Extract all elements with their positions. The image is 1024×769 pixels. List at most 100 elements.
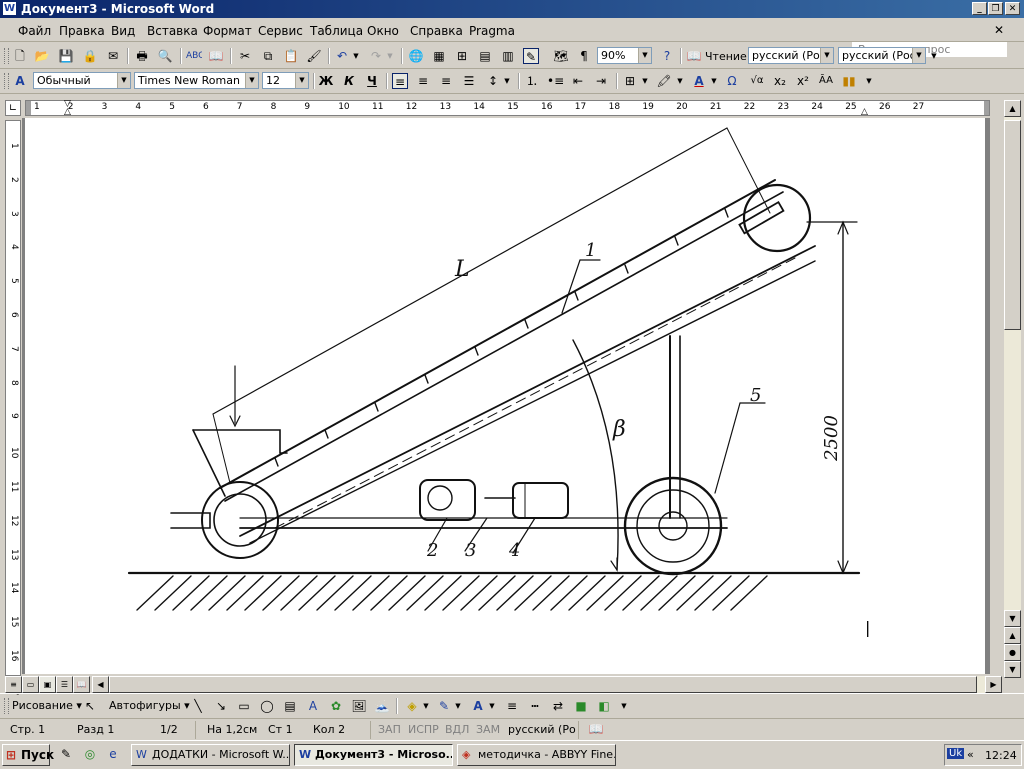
font-color-draw-dropdown-icon[interactable]: ▼ [487, 698, 497, 714]
tray-expand-icon[interactable]: « [967, 748, 974, 761]
language-select-1[interactable]: русский (Росси ▼ [748, 47, 834, 64]
hyperlink-icon[interactable]: 🌐 [408, 48, 424, 64]
drawing-toggle-icon[interactable]: ✎ [523, 48, 539, 64]
styles-formatting-icon[interactable]: A [12, 73, 28, 89]
line-color-dropdown-icon[interactable]: ▼ [453, 698, 463, 714]
line-tool-icon[interactable]: ╲ [190, 698, 206, 714]
insert-table-icon[interactable]: ⊞ [454, 48, 470, 64]
status-extend[interactable]: ВДЛ [445, 723, 469, 736]
reading-layout-icon[interactable]: 📖 [686, 48, 702, 64]
quicklaunch-media-icon[interactable]: ◎ [82, 746, 98, 762]
font-color-draw-icon[interactable]: A [470, 698, 486, 714]
line-spacing-dropdown-icon[interactable]: ▼ [502, 73, 512, 89]
next-page-icon[interactable]: ▼ [1004, 661, 1021, 678]
change-case-icon[interactable]: ĀA [818, 73, 834, 89]
select-objects-icon[interactable]: ↖ [82, 698, 98, 714]
status-record[interactable]: ЗАП [378, 723, 401, 736]
word-app-icon[interactable]: W [3, 2, 16, 15]
print-layout-icon[interactable]: ▣ [39, 676, 56, 693]
taskbar-item[interactable]: ◈ методичка - ABBYY Fine... [457, 744, 616, 766]
decrease-indent-icon[interactable]: ⇤ [570, 73, 586, 89]
copy-icon[interactable]: ⧉ [260, 48, 276, 64]
menu-tools[interactable]: Сервис [258, 24, 303, 38]
chevron-down-icon[interactable]: ▼ [245, 73, 258, 88]
show-hide-icon[interactable]: ¶ [576, 48, 592, 64]
line-spacing-icon[interactable]: ↕ [485, 73, 501, 89]
autoshapes-button[interactable]: Автофигуры ▾ [109, 699, 190, 712]
arrow-style-icon[interactable]: ⇄ [550, 698, 566, 714]
status-track-changes[interactable]: ИСПР [408, 723, 439, 736]
spelling-status-icon[interactable]: 📖 [588, 721, 604, 737]
insert-excel-icon[interactable]: ▤ [477, 48, 493, 64]
format-painter-icon[interactable]: 🖌 [306, 48, 322, 64]
menu-table[interactable]: Таблица [310, 24, 363, 38]
cut-icon[interactable]: ✂ [237, 48, 253, 64]
taskbar-item[interactable]: W ДОДАТКИ - Microsoft W... [131, 744, 290, 766]
line-color-icon[interactable]: ✎ [436, 698, 452, 714]
reading-view-icon[interactable]: 📖 [73, 676, 90, 693]
chevron-down-icon[interactable]: ▼ [295, 73, 308, 88]
menu-edit[interactable]: Правка [59, 24, 105, 38]
horizontal-ruler[interactable]: 1 2 3 4 5 6 7 8 9 10 11 12 13 14 15 16 17 18 19 20 21 22 23 24 2… [25, 99, 990, 117]
highlight-dropdown-icon[interactable]: ▼ [675, 73, 685, 89]
justify-icon[interactable]: ☰ [461, 73, 477, 89]
zoom-select[interactable]: 90% ▼ [597, 47, 652, 64]
underline-button[interactable]: Ч [364, 73, 380, 89]
previous-page-icon[interactable]: ▲ [1004, 627, 1021, 644]
hscroll-thumb[interactable] [109, 676, 977, 693]
email-icon[interactable]: ✉ [105, 48, 121, 64]
scroll-down-icon[interactable]: ▼ [1004, 610, 1021, 627]
toolbar-grip[interactable] [4, 698, 9, 714]
conveyor-drawing[interactable]: L 1 2 3 4 5 β 2500 | [25, 118, 985, 674]
rectangle-tool-icon[interactable]: ▭ [236, 698, 252, 714]
increase-indent-icon[interactable]: ⇥ [593, 73, 609, 89]
clipart-icon[interactable]: 🖼 [351, 698, 367, 714]
diagram-icon[interactable]: ✿ [328, 698, 344, 714]
highlight-icon[interactable]: 🖍 [656, 73, 672, 89]
redo-dropdown-icon[interactable]: ▼ [382, 48, 398, 64]
taskbar-item-active[interactable]: W Документ3 - Microso... [294, 744, 453, 766]
chart-icon[interactable]: ▮▮ [841, 73, 857, 89]
draw-menu-button[interactable]: Рисование ▾ [12, 699, 82, 712]
numbering-icon[interactable]: ⒈ [524, 73, 540, 89]
chevron-down-icon[interactable]: ▼ [638, 48, 651, 63]
document-page[interactable]: L 1 2 3 4 5 β 2500 | [25, 118, 985, 674]
vertical-ruler[interactable]: 1234567891011121314151617 [5, 120, 21, 695]
toolbar-options-icon[interactable]: ▼ [864, 73, 874, 89]
menu-insert[interactable]: Вставка [147, 24, 198, 38]
align-right-icon[interactable]: ≡ [438, 73, 454, 89]
quicklaunch-icon[interactable]: ✎ [58, 746, 74, 762]
language-select-2[interactable]: русский (Росси ▼ [838, 47, 926, 64]
status-overtype[interactable]: ЗАМ [476, 723, 500, 736]
line-style-icon[interactable]: ≡ [504, 698, 520, 714]
toolbar-grip[interactable] [4, 48, 9, 64]
3d-icon[interactable]: ◧ [596, 698, 612, 714]
chevron-down-icon[interactable]: ▼ [912, 48, 925, 63]
outline-view-icon[interactable]: ☰ [56, 676, 73, 693]
left-indent-marker[interactable]: △ [64, 107, 71, 117]
horizontal-scrollbar[interactable]: ◀ ▶ [92, 676, 1002, 693]
dash-style-icon[interactable]: ┅ [527, 698, 543, 714]
toolbar-options-icon[interactable]: ▼ [619, 698, 629, 714]
document-area[interactable]: L 1 2 3 4 5 β 2500 | [22, 118, 990, 674]
arrow-tool-icon[interactable]: ↘ [213, 698, 229, 714]
open-icon[interactable]: 📂 [34, 48, 50, 64]
start-button[interactable]: ⊞ Пуск [2, 744, 54, 766]
undo-dropdown-icon[interactable]: ▼ [348, 48, 364, 64]
bullets-icon[interactable]: •≡ [547, 73, 563, 89]
browse-object-icon[interactable]: ● [1004, 644, 1021, 661]
fill-color-icon[interactable]: ◈ [404, 698, 420, 714]
scroll-left-icon[interactable]: ◀ [92, 676, 109, 693]
menu-view[interactable]: Вид [111, 24, 135, 38]
font-select[interactable]: Times New Roman ▼ [134, 72, 259, 89]
reading-label[interactable]: Чтение [705, 50, 747, 63]
document-map-icon[interactable]: 🗺 [553, 48, 569, 64]
style-select[interactable]: Обычный ▼ [33, 72, 131, 89]
superscript-icon[interactable]: x² [795, 73, 811, 89]
print-preview-icon[interactable]: 🔍 [157, 48, 173, 64]
insert-picture-icon[interactable]: 🗻 [374, 698, 390, 714]
research-icon[interactable]: 📖 [208, 48, 224, 64]
chevron-down-icon[interactable]: ▼ [820, 48, 833, 63]
normal-view-icon[interactable]: ≡ [5, 676, 22, 693]
menu-file[interactable]: Файл [18, 24, 51, 38]
